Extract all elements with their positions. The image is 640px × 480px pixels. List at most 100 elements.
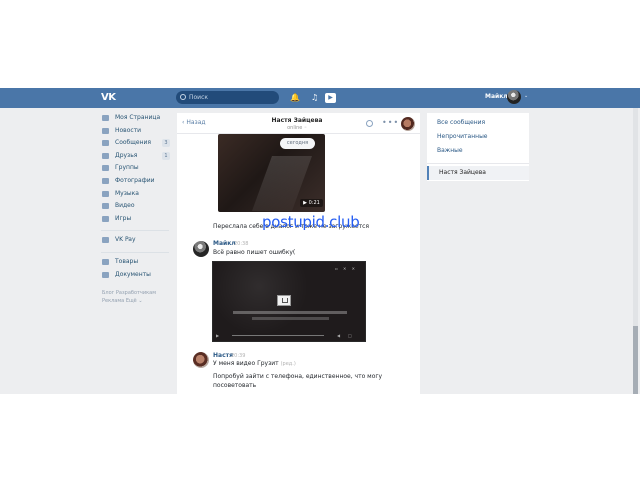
goods-icon [102,258,109,265]
search-input[interactable]: Поиск [176,91,279,104]
message-text-secondary: Попробуй зайти с телефона, единственное,… [213,373,383,380]
message-author[interactable]: Майкл [213,240,236,247]
music-note-icon[interactable]: ♫ [311,92,318,104]
groups-icon [102,165,109,172]
news-icon [102,127,109,134]
sidebar-item-photos[interactable]: Фотографии [101,175,171,188]
scrollbar-thumb[interactable] [633,326,638,394]
sidebar-item-friends[interactable]: Друзья 1 [101,150,171,163]
top-navigation-bar: VK Поиск 🔔 ♫ ▶ Майкл ⌄ [0,88,640,108]
volume-icon[interactable]: ◀ [337,332,340,339]
mike-avatar[interactable] [193,241,209,257]
sidebar-label: Музыка [115,189,139,197]
sidebar-label: Видео [115,202,135,210]
chevron-down-icon[interactable]: ⌄ [138,298,142,304]
filter-all-messages[interactable]: Все сообщения [427,116,529,130]
sidebar-item-goods[interactable]: Товары [101,256,171,269]
play-icon[interactable]: ▶ [216,333,219,338]
player-window-controls[interactable]: ▫ ✕ ✕ [335,266,357,271]
active-conversation[interactable]: Настя Зайцева [427,166,529,180]
sidebar-item-documents[interactable]: Документы [101,269,171,282]
error-line [233,311,347,314]
friends-count-badge: 1 [162,151,170,160]
sidebar-label: Сообщения [115,139,152,147]
friends-icon [102,152,109,159]
sidebar-divider [101,251,169,253]
fullscreen-icon[interactable]: □ [348,332,352,339]
left-sidebar: Моя Страница Новости Сообщения 3 Друзья 1 … [101,112,171,305]
current-user-avatar[interactable] [507,90,521,104]
footer-link-more[interactable]: Ещё [126,298,137,304]
back-label: Назад [186,119,206,126]
sidebar-item-my-page[interactable]: Моя Страница [101,112,171,125]
watermark-text: postupid.club [262,213,360,231]
bell-icon[interactable]: 🔔 [290,92,300,104]
chat-panel: ‹ Назад Настя Зайцева online ◦ ••• сегод… [177,113,420,394]
search-placeholder: Поиск [189,94,209,101]
edited-label: (ред.) [280,361,296,367]
sidebar-item-video[interactable]: Видео [101,200,171,213]
vk-pay-icon [102,237,109,244]
online-status-text: online [287,125,303,131]
more-icon[interactable]: ••• [382,118,399,127]
messages-count-badge: 3 [162,139,170,148]
sidebar-label: Моя Страница [115,114,161,121]
panel-divider [427,163,529,164]
chat-contact-name[interactable]: Настя Зайцева [262,117,332,124]
chat-header: ‹ Назад Настя Зайцева online ◦ ••• [177,113,420,134]
video-duration: ▶ 0:21 [300,199,323,207]
message-time: 20:39 [231,353,246,359]
sidebar-label: Фотографии [115,176,155,184]
video-player[interactable]: ▫ ✕ ✕ ▶ ◀ □ [212,261,366,342]
footer-link-blog[interactable]: Блог [102,290,114,296]
message-text: Всё равно пишет ошибку( [213,249,296,256]
messages-icon [102,140,109,147]
video-progress-bar[interactable] [232,335,324,336]
sidebar-footer-links: Блог Разработчикам Реклама Ещё ⌄ [101,289,171,305]
filter-unread[interactable]: Непрочитанные [427,130,529,144]
sidebar-item-games[interactable]: Игры [101,213,171,226]
contact-avatar[interactable] [401,117,415,131]
back-button[interactable]: ‹ Назад [182,119,206,126]
sidebar-label: Друзья [115,151,138,159]
forwarded-video[interactable]: сегодня ▶ 0:21 [218,134,325,212]
page-scrollbar[interactable] [633,108,638,394]
video-controls[interactable]: ▶ ◀ □ [216,332,364,339]
search-icon[interactable] [366,120,373,127]
sad-face-icon [282,298,288,303]
sidebar-item-news[interactable]: Новости [101,125,171,138]
nastya-avatar[interactable] [193,352,209,368]
footer-link-ads[interactable]: Реклама [102,298,124,304]
message-text-secondary: посоветовать [213,382,257,389]
message-text-main: У меня видео Грузит [213,360,279,367]
sidebar-divider [101,230,169,232]
sidebar-item-music[interactable]: Музыка [101,188,171,201]
documents-icon [102,271,109,278]
message-time: 20:38 [234,241,249,247]
message-author[interactable]: Настя [213,352,233,359]
play-icon[interactable]: ▶ [325,93,336,103]
chevron-down-icon[interactable]: ⌄ [524,93,528,99]
sidebar-item-messages[interactable]: Сообщения 3 [101,137,171,150]
vk-page: VK Поиск 🔔 ♫ ▶ Майкл ⌄ Моя Страница Ново… [0,0,640,480]
video-icon [102,203,109,210]
search-icon [180,94,186,100]
sidebar-label: Группы [115,164,139,172]
footer-link-developers[interactable]: Разработчикам [116,290,156,296]
music-icon [102,190,109,197]
sidebar-item-vk-pay[interactable]: VK Pay [101,234,171,247]
home-icon [102,115,109,121]
message-filter-panel: Все сообщения Непрочитанные Важные Настя… [427,113,529,181]
chat-status: online ◦ [287,125,307,131]
message-text: У меня видео Грузит (ред.) [213,360,296,368]
sidebar-label: Товары [115,257,139,265]
sidebar-item-groups[interactable]: Группы [101,162,171,175]
filter-important[interactable]: Важные [427,144,529,158]
games-icon [102,215,109,222]
vk-logo[interactable]: VK [101,92,116,103]
current-user-name[interactable]: Майкл [485,93,508,100]
date-badge: сегодня [280,138,315,149]
error-icon [277,295,291,306]
video-duration-text: 0:21 [308,200,320,206]
sidebar-label: VK Pay [115,236,136,244]
